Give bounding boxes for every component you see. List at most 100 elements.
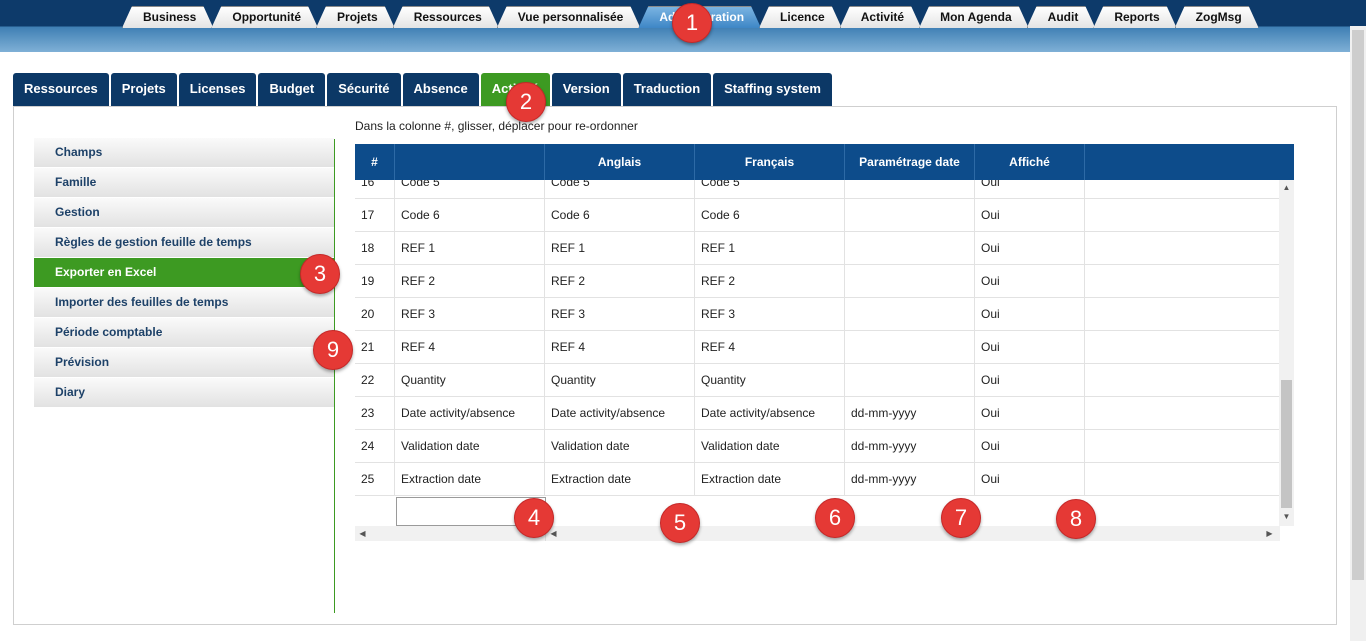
admin-tabs: Ressources Projets Licenses Budget Sécur…: [13, 73, 834, 107]
table-row[interactable]: 21 REF 4 REF 4 REF 4 Oui: [355, 331, 1279, 364]
table-row[interactable]: 20 REF 3 REF 3 REF 3 Oui: [355, 298, 1279, 331]
cell-number[interactable]: 25: [355, 463, 395, 495]
cell-field: REF 4: [395, 331, 545, 363]
cell-field: Extraction date: [395, 463, 545, 495]
side-item-importer-feuilles[interactable]: Importer des feuilles de temps: [34, 288, 334, 317]
header-number[interactable]: #: [355, 144, 395, 180]
side-item-gestion[interactable]: Gestion: [34, 198, 334, 227]
callout-2: 2: [506, 82, 546, 122]
table-row[interactable]: 17 Code 6 Code 6 Code 6 Oui: [355, 199, 1279, 232]
table-row[interactable]: 22 Quantity Quantity Quantity Oui: [355, 364, 1279, 397]
side-item-regles-gestion[interactable]: Règles de gestion feuille de temps: [34, 228, 334, 257]
side-item-champs[interactable]: Champs: [34, 138, 334, 167]
cell-affiche: Oui: [975, 232, 1085, 264]
top-tab-opportunite[interactable]: Opportunité: [211, 6, 318, 28]
cell-francais: REF 3: [695, 298, 845, 330]
cell-field: Code 6: [395, 199, 545, 231]
cell-affiche: Oui: [975, 298, 1085, 330]
cell-number[interactable]: 22: [355, 364, 395, 396]
callout-8: 8: [1056, 499, 1096, 539]
callout-9: 9: [313, 330, 353, 370]
top-tab-licence[interactable]: Licence: [759, 6, 842, 28]
table-row[interactable]: 23 Date activity/absence Date activity/abs…: [355, 397, 1279, 430]
scroll-right-icon[interactable]: ▶: [1262, 529, 1277, 538]
admin-tab-securite[interactable]: Sécurité: [327, 73, 401, 107]
admin-tab-traduction[interactable]: Traduction: [622, 73, 712, 107]
admin-tab-ressources[interactable]: Ressources: [13, 73, 109, 107]
admin-tab-absence[interactable]: Absence: [402, 73, 479, 107]
cell-number[interactable]: 19: [355, 265, 395, 297]
grid-rows: 16 Code 5 Code 5 Code 5 Oui 17 Code 6 Code 6 Cod…: [355, 180, 1279, 526]
cell-number[interactable]: 17: [355, 199, 395, 231]
table-row[interactable]: 19 REF 2 REF 2 REF 2 Oui: [355, 265, 1279, 298]
cell-parametrage-date: [845, 364, 975, 396]
table-row[interactable]: 24 Validation date Validation date Validati…: [355, 430, 1279, 463]
header-field[interactable]: [395, 144, 545, 180]
top-tab-reports[interactable]: Reports: [1093, 6, 1176, 28]
top-tab-ressources[interactable]: Ressources: [393, 6, 499, 28]
scroll-up-icon[interactable]: ▲: [1279, 183, 1294, 192]
scroll-left-icon[interactable]: ◀: [355, 529, 370, 538]
callout-6: 6: [815, 498, 855, 538]
top-tab-zogmsg[interactable]: ZogMsg: [1175, 6, 1259, 28]
cell-francais: REF 1: [695, 232, 845, 264]
cell-parametrage-date: dd-mm-yyyy: [845, 430, 975, 462]
cell-parametrage-date: [845, 180, 975, 198]
side-item-periode-comptable[interactable]: Période comptable: [34, 318, 334, 347]
cell-parametrage-date: [845, 199, 975, 231]
cell-francais: REF 2: [695, 265, 845, 297]
cell-number[interactable]: 18: [355, 232, 395, 264]
cell-number[interactable]: 16: [355, 180, 395, 198]
header-affiche[interactable]: Affiché: [975, 144, 1085, 180]
grid-vertical-scroll-thumb[interactable]: [1281, 380, 1292, 508]
cell-parametrage-date: [845, 232, 975, 264]
grid-body: 16 Code 5 Code 5 Code 5 Oui 17 Code 6 Code 6 Cod…: [355, 180, 1279, 526]
cell-number[interactable]: 24: [355, 430, 395, 462]
header-parametrage-date[interactable]: Paramétrage date: [845, 144, 975, 180]
cell-field: REF 2: [395, 265, 545, 297]
side-item-diary[interactable]: Diary: [34, 378, 334, 407]
side-item-prevision[interactable]: Prévision: [34, 348, 334, 377]
top-tab-audit[interactable]: Audit: [1027, 6, 1096, 28]
table-row[interactable]: 25 Extraction date Extraction date Extracti…: [355, 463, 1279, 496]
admin-tab-version[interactable]: Version: [551, 73, 621, 107]
cell-affiche: Oui: [975, 199, 1085, 231]
cell-number[interactable]: 23: [355, 397, 395, 429]
header-anglais[interactable]: Anglais: [545, 144, 695, 180]
top-tab-mon-agenda[interactable]: Mon Agenda: [919, 6, 1029, 28]
scroll-down-icon[interactable]: ▼: [1279, 512, 1294, 521]
page-scrollbar-thumb[interactable]: [1352, 30, 1364, 580]
cell-affiche: Oui: [975, 331, 1085, 363]
cell-field: Validation date: [395, 430, 545, 462]
cell-number[interactable]: 20: [355, 298, 395, 330]
admin-tab-licenses[interactable]: Licenses: [178, 73, 257, 107]
header-francais[interactable]: Français: [695, 144, 845, 180]
side-menu: Champs Famille Gestion Règles de gestion…: [34, 138, 334, 408]
admin-tab-projets[interactable]: Projets: [110, 73, 177, 107]
cell-anglais: Date activity/absence: [545, 397, 695, 429]
table-row[interactable]: 16 Code 5 Code 5 Code 5 Oui: [355, 180, 1279, 199]
export-fields-grid: # Anglais Français Paramétrage date Affi…: [355, 144, 1294, 544]
top-tab-business[interactable]: Business: [122, 6, 213, 28]
cell-anglais: REF 2: [545, 265, 695, 297]
cell-affiche: Oui: [975, 463, 1085, 495]
callout-7: 7: [941, 498, 981, 538]
callout-5: 5: [660, 503, 700, 543]
cell-affiche: Oui: [975, 430, 1085, 462]
callout-1: 1: [672, 3, 712, 43]
top-tab-projets[interactable]: Projets: [316, 6, 395, 28]
cell-parametrage-date: [845, 265, 975, 297]
admin-tab-staffing-system[interactable]: Staffing system: [713, 73, 832, 107]
cell-number[interactable]: 21: [355, 331, 395, 363]
table-row[interactable]: 18 REF 1 REF 1 REF 1 Oui: [355, 232, 1279, 265]
cell-parametrage-date: [845, 298, 975, 330]
side-item-exporter-excel[interactable]: Exporter en Excel: [34, 258, 334, 287]
top-tab-vue-personnalisee[interactable]: Vue personnalisée: [497, 6, 641, 28]
top-tab-activite[interactable]: Activité: [840, 6, 921, 28]
cell-anglais: REF 3: [545, 298, 695, 330]
grid-horizontal-scrollbar[interactable]: ◀ ▶: [545, 526, 1280, 541]
side-item-famille[interactable]: Famille: [34, 168, 334, 197]
admin-tab-budget[interactable]: Budget: [258, 73, 326, 107]
side-divider: [334, 139, 335, 613]
cell-francais: Quantity: [695, 364, 845, 396]
